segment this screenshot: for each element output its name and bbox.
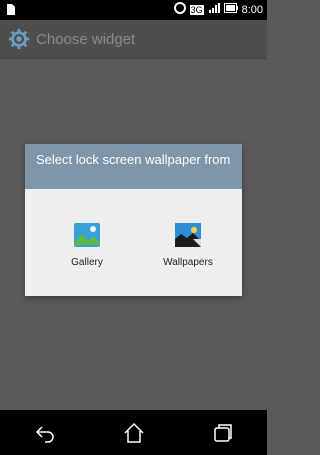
home-icon[interactable] bbox=[122, 421, 146, 445]
navigation-bar bbox=[0, 410, 267, 455]
signal-icon bbox=[208, 2, 220, 17]
dialog-options: Gallery Wallpapers bbox=[25, 189, 242, 296]
sync-icon bbox=[173, 2, 186, 17]
recents-icon[interactable] bbox=[211, 421, 235, 445]
app-bar: Choose widget bbox=[0, 20, 267, 58]
gear-icon bbox=[8, 28, 30, 50]
wallpapers-icon bbox=[175, 223, 201, 247]
status-bar: 3G 8:00 bbox=[0, 0, 267, 20]
status-icons: 3G 8:00 bbox=[173, 2, 263, 17]
back-icon[interactable] bbox=[33, 421, 57, 445]
dialog-title: Select lock screen wallpaper from bbox=[25, 144, 242, 189]
notification-icon bbox=[6, 3, 16, 21]
wallpapers-option[interactable]: Wallpapers bbox=[143, 189, 233, 296]
gallery-icon bbox=[74, 223, 100, 247]
wallpaper-source-dialog: Select lock screen wallpaper from Galler… bbox=[25, 144, 242, 296]
gallery-option[interactable]: Gallery bbox=[42, 189, 132, 296]
wallpapers-label: Wallpapers bbox=[163, 257, 213, 268]
gallery-label: Gallery bbox=[71, 257, 103, 268]
page-title: Choose widget bbox=[36, 30, 136, 48]
clock: 8:00 bbox=[241, 3, 263, 16]
battery-icon bbox=[223, 3, 238, 16]
network-type-icon: 3G bbox=[189, 4, 204, 15]
